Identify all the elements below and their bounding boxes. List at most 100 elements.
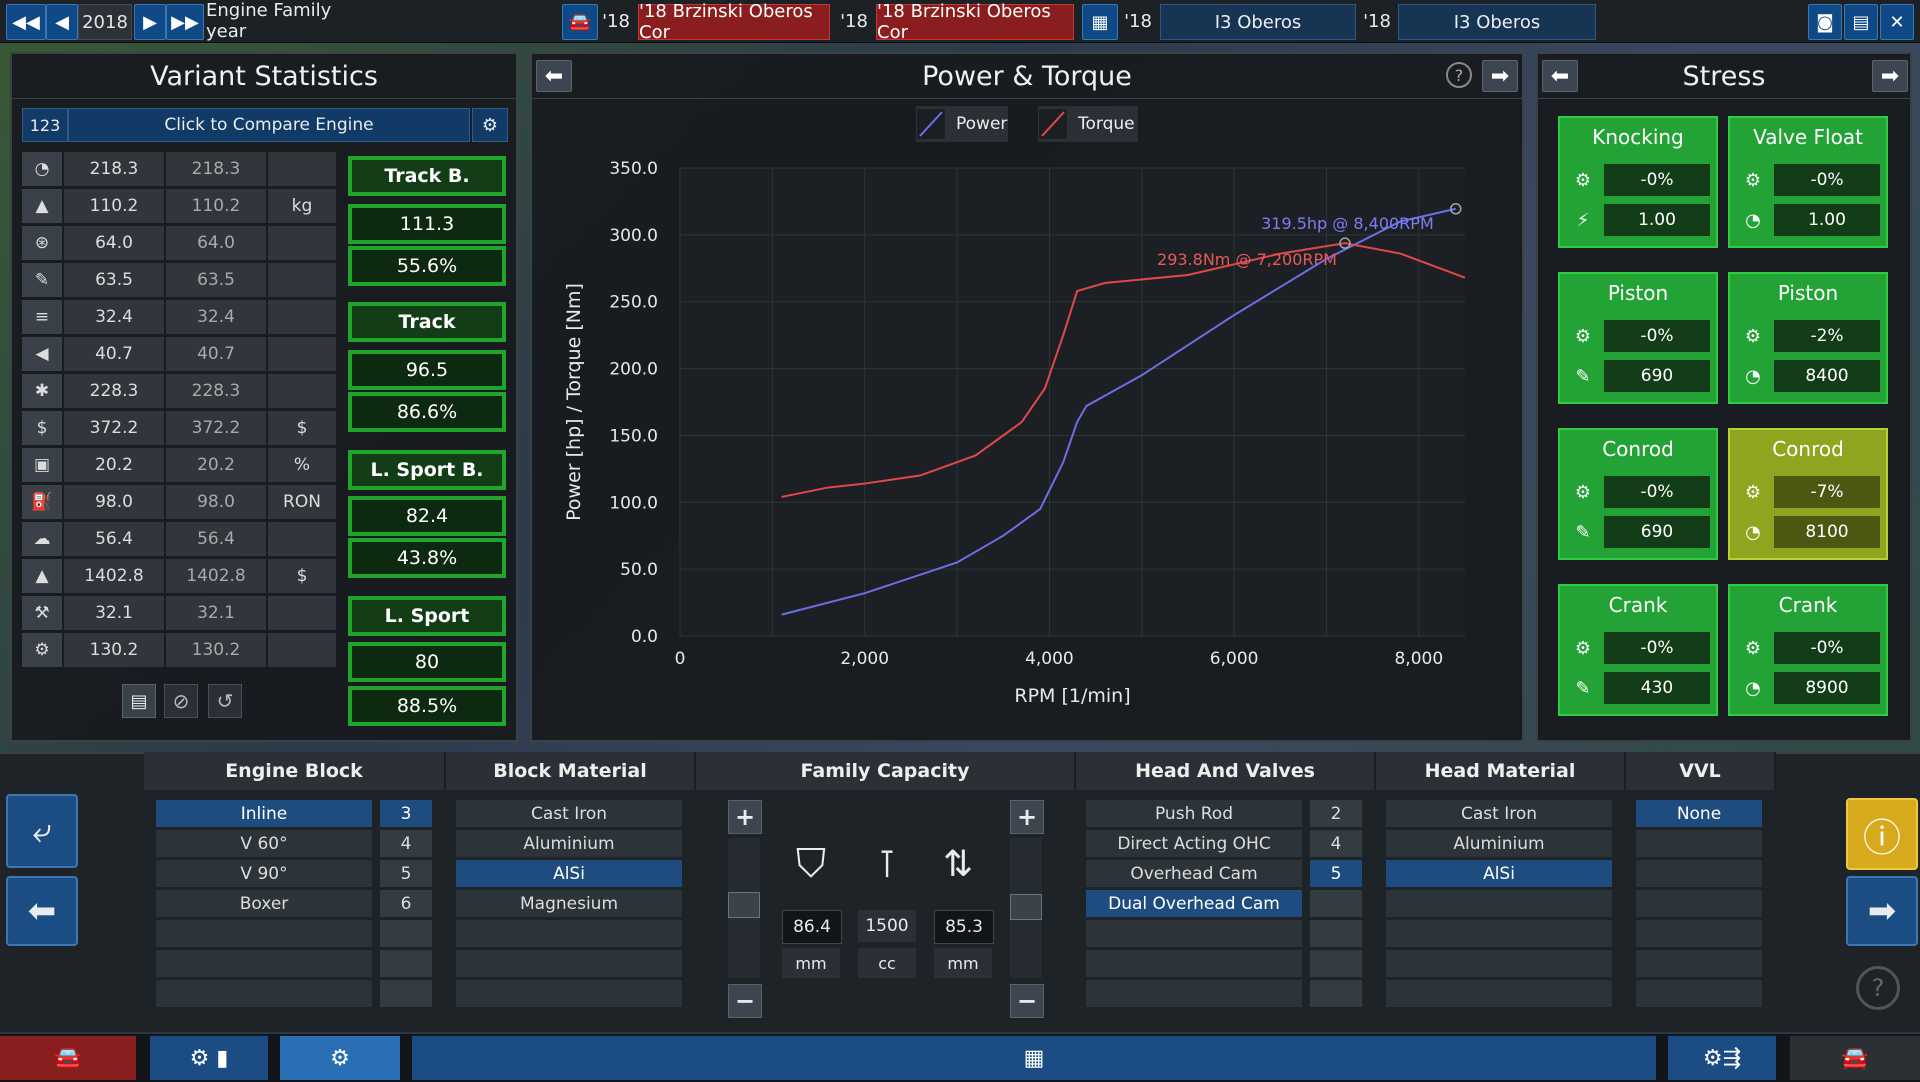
stress-card-title: Piston bbox=[1607, 281, 1669, 305]
stat-value-compare: 110.2 bbox=[166, 189, 266, 223]
stat-row: ✎ 63.5 63.5 bbox=[22, 263, 336, 297]
engine-tuning-icon[interactable]: ⚙⇶ bbox=[1668, 1036, 1776, 1080]
stat-unit bbox=[268, 337, 336, 371]
legend-power[interactable]: Power bbox=[916, 106, 1008, 142]
block-inline[interactable]: Inline bbox=[156, 800, 372, 827]
bore-slider-handle[interactable] bbox=[728, 892, 760, 918]
prev-year-button[interactable]: ◀ bbox=[46, 4, 78, 40]
engine-block-tab-icon[interactable]: ▦ bbox=[412, 1036, 1656, 1080]
stroke-value[interactable]: 85.3 bbox=[934, 910, 994, 944]
car-designer-icon[interactable]: 🚘 bbox=[0, 1036, 136, 1080]
valves-5[interactable]: 5 bbox=[1310, 860, 1362, 887]
stat-row: ⊛ 64.0 64.0 bbox=[22, 226, 336, 260]
variant-statistics-title: Variant Statistics bbox=[12, 54, 516, 99]
head-valves-header: Head And Valves bbox=[1076, 752, 1376, 790]
stroke-piston-icon: ⇅ bbox=[942, 843, 974, 885]
vvl-none[interactable]: None bbox=[1636, 800, 1762, 827]
prev-arrow-icon[interactable]: ⬅ bbox=[536, 60, 572, 92]
y-tick-label: 250.0 bbox=[609, 293, 658, 313]
cylinders-6[interactable]: 6 bbox=[380, 890, 432, 917]
stroke-increase-button[interactable]: + bbox=[1010, 800, 1044, 834]
stat-row: ◔ 218.3 218.3 bbox=[22, 152, 336, 186]
stat-row: ⚒ 32.1 32.1 bbox=[22, 596, 336, 630]
stroke-decrease-button[interactable]: − bbox=[1010, 984, 1044, 1018]
block-boxer[interactable]: Boxer bbox=[156, 890, 372, 917]
snowflake-icon: ✱ bbox=[22, 374, 62, 408]
notes-icon[interactable]: ▤ bbox=[122, 684, 156, 718]
compare-engine-button[interactable]: Click to Compare Engine bbox=[68, 108, 470, 142]
material-magnesium[interactable]: Magnesium bbox=[456, 890, 682, 917]
stress-margin-value: -2% bbox=[1774, 320, 1880, 352]
close-icon[interactable]: ✕ bbox=[1880, 4, 1914, 40]
car-icon[interactable]: 🚘 bbox=[562, 4, 598, 40]
cylinders-4[interactable]: 4 bbox=[380, 830, 432, 857]
stat-value-compare: 63.5 bbox=[166, 263, 266, 297]
engine-icon[interactable]: ▦ bbox=[1082, 4, 1118, 40]
stress-card-title: Knocking bbox=[1592, 125, 1684, 149]
tab-trim-1[interactable]: '18 Brzinski Oberos Cor bbox=[876, 1, 1074, 43]
vvl-empty bbox=[1636, 830, 1762, 857]
stroke-slider-handle[interactable] bbox=[1010, 894, 1042, 920]
clear-icon[interactable]: ⊘ bbox=[164, 684, 198, 718]
legend-torque[interactable]: Torque bbox=[1038, 106, 1138, 142]
bore-value[interactable]: 86.4 bbox=[782, 910, 842, 944]
help-icon[interactable]: ? bbox=[1446, 62, 1472, 88]
tab-engine-family[interactable]: I3 Oberos bbox=[1160, 4, 1356, 40]
material-alsi[interactable]: AlSi bbox=[456, 860, 682, 887]
bore-slider[interactable] bbox=[728, 838, 760, 978]
valves-4[interactable]: 4 bbox=[1310, 830, 1362, 857]
head-material-aluminium[interactable]: Aluminium bbox=[1386, 830, 1612, 857]
warning-icon[interactable]: ⓘ bbox=[1846, 798, 1918, 870]
camera-icon[interactable]: ◙ bbox=[1808, 4, 1842, 40]
head-material-cast-iron[interactable]: Cast Iron bbox=[1386, 800, 1612, 827]
help-circle-icon[interactable]: ? bbox=[1856, 966, 1900, 1010]
block-v60[interactable]: V 60° bbox=[156, 830, 372, 857]
block-empty-row bbox=[156, 950, 372, 977]
head-direct-acting-ohc[interactable]: Direct Acting OHC bbox=[1086, 830, 1302, 857]
tab-model-1[interactable]: '18 Brzinski Oberos Cor bbox=[638, 1, 830, 43]
calculator-icon[interactable]: ▤ bbox=[1844, 4, 1878, 40]
head-overhead-cam[interactable]: Overhead Cam bbox=[1086, 860, 1302, 887]
head-dual-overhead-cam[interactable]: Dual Overhead Cam bbox=[1086, 890, 1302, 917]
next-arrow-icon[interactable]: ➡ bbox=[1482, 60, 1518, 92]
stress-limit-icon: ⚙ bbox=[1574, 637, 1592, 659]
car-engine-icon[interactable]: 🚘 bbox=[1790, 1036, 1920, 1080]
block-v90[interactable]: V 90° bbox=[156, 860, 372, 887]
first-year-button[interactable]: ◀◀ bbox=[6, 4, 46, 40]
next-year-button[interactable]: ▶ bbox=[134, 4, 166, 40]
head-push-rod[interactable]: Push Rod bbox=[1086, 800, 1302, 827]
bore-decrease-button[interactable]: − bbox=[728, 984, 762, 1018]
tachometer-icon: ◔ bbox=[1745, 209, 1761, 231]
score-title-lsport-b: L. Sport B. bbox=[348, 450, 506, 490]
engine-designer-icon[interactable]: ⚙ bbox=[280, 1036, 400, 1080]
forward-arrow-icon[interactable]: ➡ bbox=[1846, 876, 1918, 946]
back-arrow-icon[interactable]: ⬅ bbox=[6, 876, 78, 946]
stress-prev-arrow-icon[interactable]: ⬅ bbox=[1542, 60, 1578, 92]
material-cast-iron[interactable]: Cast Iron bbox=[456, 800, 682, 827]
undo-icon[interactable]: ↺ bbox=[208, 684, 242, 718]
stat-value-current: 1402.8 bbox=[64, 559, 164, 593]
stat-value-current: 110.2 bbox=[64, 189, 164, 223]
cylinders-3[interactable]: 3 bbox=[380, 800, 432, 827]
stress-next-arrow-icon[interactable]: ➡ bbox=[1872, 60, 1908, 92]
engine-compare-icon[interactable]: ⚙ bbox=[472, 108, 508, 142]
score-value-lsport-b: 82.4 bbox=[348, 496, 506, 536]
score-title-lsport: L. Sport bbox=[348, 596, 506, 636]
last-year-button[interactable]: ▶▶ bbox=[166, 4, 204, 40]
valves-2[interactable]: 2 bbox=[1310, 800, 1362, 827]
curve-tool-icon[interactable]: ⤶ bbox=[6, 794, 78, 868]
tab-engine-variant[interactable]: I3 Oberos bbox=[1398, 4, 1596, 40]
stress-margin-value: -0% bbox=[1604, 320, 1710, 352]
torque-icon: ⊛ bbox=[22, 226, 62, 260]
engine-family-file-icon[interactable]: ⚙ ▮ bbox=[150, 1036, 268, 1080]
compare-badge: 123 bbox=[22, 108, 68, 142]
score-title-track-b: Track B. bbox=[348, 156, 506, 196]
stat-value-current: 40.7 bbox=[64, 337, 164, 371]
material-aluminium[interactable]: Aluminium bbox=[456, 830, 682, 857]
bore-increase-button[interactable]: + bbox=[728, 800, 762, 834]
head-material-alsi[interactable]: AlSi bbox=[1386, 860, 1612, 887]
cylinders-5[interactable]: 5 bbox=[380, 860, 432, 887]
head-material-empty bbox=[1386, 920, 1612, 947]
stress-card-title: Piston bbox=[1777, 281, 1839, 305]
stroke-slider[interactable] bbox=[1010, 838, 1042, 978]
